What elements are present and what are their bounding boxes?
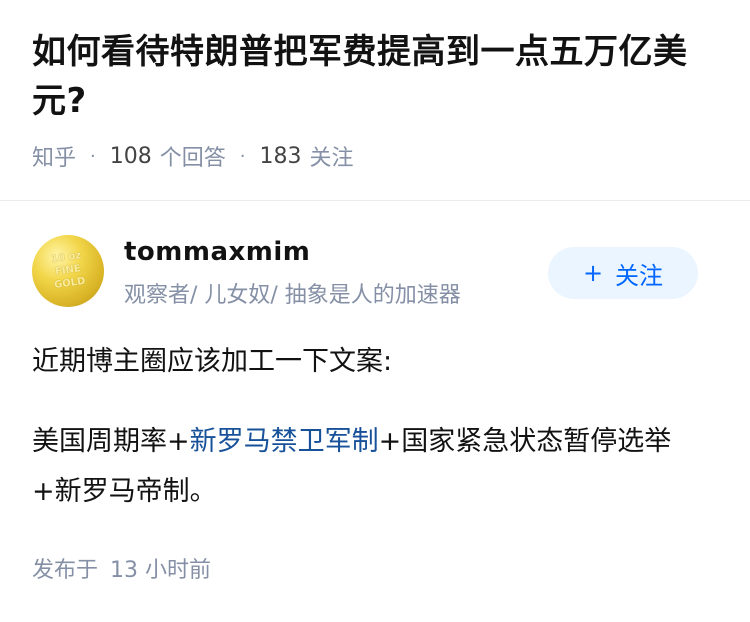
- answer-body: 近期博主圈应该加工一下文案: 美国周期率+新罗马禁卫军制+国家紧急状态暂停选举+…: [0, 313, 750, 517]
- answer-card: 10 oz FINE GOLD tommaxmim 观察者/ 儿女奴/ 抽象是人…: [0, 201, 750, 583]
- published-label: 发布于: [32, 558, 99, 583]
- answer-footer: 发布于 13 小时前: [32, 552, 211, 584]
- plus-icon: +: [582, 259, 604, 287]
- answer-paragraph: 近期博主圈应该加工一下文案:: [32, 346, 393, 377]
- answer-paragraph: 美国周期率+新罗马禁卫军制+国家紧急状态暂停选举+新罗马帝制。: [32, 417, 718, 517]
- author-bio: 观察者/ 儿女奴/ 抽象是人的加速器: [124, 283, 461, 308]
- topic-link[interactable]: 新罗马禁卫军制: [190, 426, 379, 457]
- answer-count-label[interactable]: 个回答: [160, 140, 226, 172]
- follower-count: 183: [259, 143, 302, 169]
- follower-count-label[interactable]: 关注: [310, 140, 354, 172]
- avatar-gold-logo: 10 oz FINE GOLD: [32, 246, 104, 295]
- separator-dot: ·: [239, 145, 246, 167]
- author-name[interactable]: tommaxmim: [124, 237, 310, 267]
- question-header: 如何看待特朗普把军费提高到一点五万亿美元? 知乎 · 108 个回答 · 183…: [0, 0, 750, 172]
- question-title[interactable]: 如何看待特朗普把军费提高到一点五万亿美元?: [32, 28, 718, 126]
- follow-label: 关注: [615, 261, 664, 290]
- answer-count: 108: [109, 143, 152, 169]
- question-meta: 知乎 · 108 个回答 · 183 关注: [32, 140, 718, 172]
- avatar[interactable]: 10 oz FINE GOLD: [32, 235, 104, 307]
- source-label[interactable]: 知乎: [32, 140, 76, 172]
- follow-button[interactable]: + 关注: [548, 247, 698, 299]
- author-row: 10 oz FINE GOLD tommaxmim 观察者/ 儿女奴/ 抽象是人…: [0, 201, 750, 313]
- answer-text: 美国周期率+: [32, 426, 190, 457]
- separator-dot: ·: [90, 145, 96, 167]
- published-time[interactable]: 13 小时前: [110, 558, 211, 583]
